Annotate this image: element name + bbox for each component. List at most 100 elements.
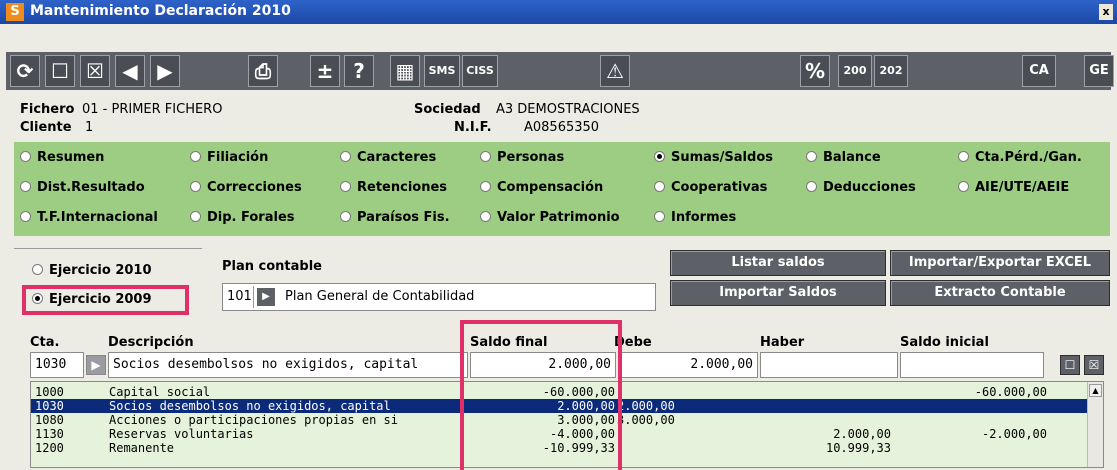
plus-minus-icon[interactable]: ± bbox=[310, 55, 340, 87]
cell-debe: 2.000,00 bbox=[617, 399, 675, 413]
plan-contable-field[interactable]: 101 ▶ Plan General de Contabilidad bbox=[222, 283, 656, 311]
sociedad-value: A3 DEMOSTRACIONES bbox=[496, 102, 640, 117]
importar-saldos-button[interactable]: Importar Saldos bbox=[670, 280, 886, 306]
section-radio-caracteres[interactable]: Caracteres bbox=[340, 150, 436, 165]
sms-button[interactable]: SMS bbox=[424, 55, 460, 87]
new-icon[interactable]: ☐ bbox=[45, 55, 75, 87]
section-radio-cooperativas[interactable]: Cooperativas bbox=[654, 180, 767, 195]
section-radio-valor-patrimonio[interactable]: Valor Patrimonio bbox=[480, 210, 620, 225]
model-200-button[interactable]: 200 bbox=[838, 55, 872, 87]
calculator-icon[interactable]: ▦ bbox=[390, 55, 420, 87]
cell-debe: 3.000,00 bbox=[617, 413, 675, 427]
importar-exportar-excel-button[interactable]: Importar/Exportar EXCEL bbox=[890, 250, 1110, 276]
cell-cta: 1200 bbox=[35, 441, 64, 455]
close-icon[interactable]: x bbox=[1099, 4, 1113, 20]
cell-descripcion: Remanente bbox=[109, 441, 175, 455]
ca-button[interactable]: CA bbox=[1022, 55, 1056, 87]
cell-cta: 1080 bbox=[35, 413, 64, 427]
col-descripcion: Descripción bbox=[108, 335, 194, 350]
help-icon[interactable]: ? bbox=[344, 55, 374, 87]
cell-cta: 1030 bbox=[35, 399, 64, 413]
section-radio-aie-ute-aeie[interactable]: AIE/UTE/AEIE bbox=[958, 180, 1069, 195]
ejercicio-2010-radio[interactable]: Ejercicio 2010 bbox=[32, 263, 152, 278]
radio-icon bbox=[806, 151, 817, 162]
sections-panel: Resumen Filiación Caracteres Personas Sumas/… bbox=[14, 142, 1110, 236]
ejercicio-2009-radio[interactable]: Ejercicio 2009 bbox=[32, 292, 152, 307]
print-icon[interactable]: ⎙ bbox=[248, 55, 278, 87]
radio-icon bbox=[480, 181, 491, 192]
warning-icon[interactable]: ⚠ bbox=[600, 55, 630, 87]
radio-icon bbox=[32, 264, 43, 275]
cell-cta: 1000 bbox=[35, 385, 64, 399]
divider bbox=[253, 286, 254, 308]
refresh-icon[interactable]: ⟳ bbox=[10, 55, 40, 87]
next-icon[interactable]: ▶ bbox=[150, 55, 180, 87]
scroll-up-icon[interactable]: ▲ bbox=[1089, 384, 1102, 397]
section-radio-resumen[interactable]: Resumen bbox=[20, 150, 104, 165]
section-radio-t-f-internacional[interactable]: T.F.Internacional bbox=[20, 210, 158, 225]
edit-descripcion-input[interactable]: Socios desembolsos no exigidos, capital bbox=[108, 352, 468, 378]
accept-icon[interactable]: ☐ bbox=[1060, 355, 1080, 375]
radio-icon bbox=[20, 151, 31, 162]
cell-saldo-inicial: -2.000,00 bbox=[981, 427, 1047, 441]
ciss-button[interactable]: CISS bbox=[462, 55, 498, 87]
nif-label: N.I.F. bbox=[454, 120, 492, 135]
vertical-scrollbar[interactable]: ▲ bbox=[1087, 382, 1103, 467]
section-radio-deducciones[interactable]: Deducciones bbox=[806, 180, 916, 195]
section-radio-correcciones[interactable]: Correcciones bbox=[190, 180, 302, 195]
section-radio-cta-p-rd-gan-[interactable]: Cta.Pérd./Gan. bbox=[958, 150, 1082, 165]
edit-saldo-inicial-input[interactable] bbox=[900, 352, 1044, 378]
radio-icon bbox=[340, 211, 351, 222]
radio-icon bbox=[654, 181, 665, 192]
cell-descripcion: Socios desembolsos no exigidos, capital bbox=[109, 399, 391, 413]
section-radio-dip-forales[interactable]: Dip. Forales bbox=[190, 210, 295, 225]
lookup-arrow-icon[interactable]: ▶ bbox=[257, 288, 275, 306]
plan-contable-label: Plan contable bbox=[222, 259, 322, 274]
radio-icon bbox=[340, 151, 351, 162]
section-radio-filiaci-n[interactable]: Filiación bbox=[190, 150, 268, 165]
edit-haber-input[interactable] bbox=[760, 352, 898, 378]
edit-cta-input[interactable]: 1030 bbox=[30, 352, 84, 378]
model-202-button[interactable]: 202 bbox=[874, 55, 908, 87]
section-radio-balance[interactable]: Balance bbox=[806, 150, 881, 165]
listar-saldos-button[interactable]: Listar saldos bbox=[670, 250, 886, 276]
delete-icon[interactable]: ☒ bbox=[80, 55, 110, 87]
lookup-arrow-icon[interactable]: ▶ bbox=[86, 355, 106, 375]
radio-icon bbox=[958, 181, 969, 192]
radio-icon bbox=[480, 151, 491, 162]
section-radio-sumas-saldos[interactable]: Sumas/Saldos bbox=[654, 150, 773, 165]
radio-icon bbox=[654, 151, 665, 162]
section-radio-dist-resultado[interactable]: Dist.Resultado bbox=[20, 180, 145, 195]
cliente-value: 1 bbox=[85, 120, 94, 135]
app-icon: S bbox=[6, 3, 24, 21]
saldo-final-highlight bbox=[460, 320, 622, 470]
cell-cta: 1130 bbox=[35, 427, 64, 441]
edit-debe-input[interactable]: 2.000,00 bbox=[618, 352, 758, 378]
ge-button[interactable]: GE bbox=[1084, 55, 1114, 87]
section-radio-personas[interactable]: Personas bbox=[480, 150, 564, 165]
section-radio-informes[interactable]: Informes bbox=[654, 210, 736, 225]
cell-descripcion: Acciones o participaciones propias en si bbox=[109, 413, 398, 427]
plan-name: Plan General de Contabilidad bbox=[285, 289, 475, 304]
extracto-contable-button[interactable]: Extracto Contable bbox=[890, 280, 1110, 306]
window-title: Mantenimiento Declaración 2010 bbox=[30, 3, 291, 19]
col-cta: Cta. bbox=[30, 335, 60, 350]
fichero-label: Fichero bbox=[20, 102, 75, 117]
radio-icon bbox=[190, 181, 201, 192]
radio-selected-icon bbox=[32, 293, 43, 304]
prev-icon[interactable]: ◀ bbox=[115, 55, 145, 87]
cancel-icon[interactable]: ☒ bbox=[1084, 355, 1104, 375]
section-radio-retenciones[interactable]: Retenciones bbox=[340, 180, 447, 195]
radio-icon bbox=[806, 181, 817, 192]
title-bar: S Mantenimiento Declaración 2010 x bbox=[0, 0, 1117, 24]
section-radio-compensaci-n[interactable]: Compensación bbox=[480, 180, 603, 195]
radio-icon bbox=[190, 211, 201, 222]
radio-icon bbox=[20, 211, 31, 222]
cell-haber: 10.999,33 bbox=[825, 441, 891, 455]
header-info: Fichero 01 - PRIMER FICHERO Cliente 1 So… bbox=[0, 94, 1117, 135]
cell-descripcion: Capital social bbox=[109, 385, 211, 399]
cell-descripcion: Reservas voluntarias bbox=[109, 427, 254, 441]
radio-icon bbox=[958, 151, 969, 162]
percent-icon[interactable]: % bbox=[800, 55, 830, 87]
section-radio-para-sos-fis-[interactable]: Paraísos Fis. bbox=[340, 210, 450, 225]
